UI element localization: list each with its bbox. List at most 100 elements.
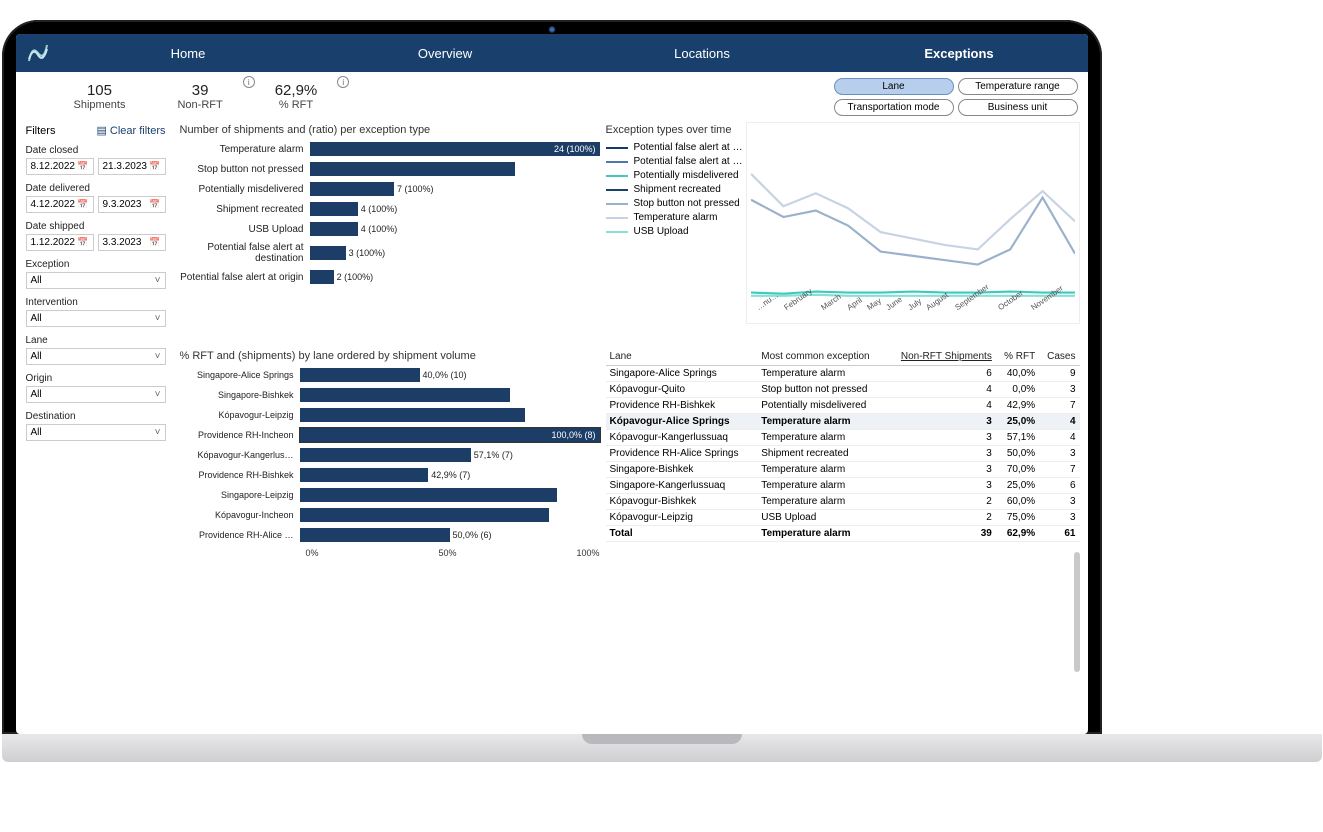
info-icon[interactable]: i (243, 76, 255, 88)
select-origin[interactable]: All (26, 386, 166, 403)
pill-temperature-range[interactable]: Temperature range (958, 78, 1078, 95)
table-row[interactable]: Kópavogur-Alice SpringsTemperature alarm… (606, 414, 1080, 430)
chart3-bar[interactable]: Singapore-Bishkek 70,0% (10) (180, 388, 600, 402)
label-date-delivered: Date delivered (26, 183, 166, 194)
chevron-down-icon (155, 427, 161, 438)
chart3-title: % RFT and (shipments) by lane ordered by… (180, 350, 600, 362)
table-row[interactable]: Singapore-BishkekTemperature alarm370,0%… (606, 462, 1080, 478)
table-row[interactable]: Kópavogur-KangerlussuaqTemperature alarm… (606, 430, 1080, 446)
chart3-bar[interactable]: Providence RH-Alice … 50,0% (6) (180, 528, 600, 542)
legend-label: Potential false alert at … (634, 156, 743, 167)
table-row[interactable]: Providence RH-Alice SpringsShipment recr… (606, 446, 1080, 462)
chart3-bar[interactable]: Providence RH-Incheon 100,0% (8) (180, 428, 600, 442)
table-row[interactable]: Singapore-KangerlussuaqTemperature alarm… (606, 478, 1080, 494)
bar-value-label: 57,1% (7) (474, 448, 513, 462)
select-intervention[interactable]: All (26, 310, 166, 327)
chart1-bar[interactable]: Temperature alarm 24 (100%) (180, 142, 600, 156)
chart1-bar[interactable]: Potential false alert at destination 3 (… (180, 242, 600, 264)
info-icon[interactable]: i (337, 76, 349, 88)
bar-category: Providence RH-Bishkek (180, 470, 300, 480)
chart3-bar[interactable]: Kópavogur-Leipzig 75,0% (8) (180, 408, 600, 422)
table-header[interactable]: Most common exception (757, 348, 886, 366)
legend-swatch (606, 231, 628, 233)
select-lane[interactable]: All (26, 348, 166, 365)
legend-item[interactable]: USB Upload (606, 226, 746, 237)
table-cell: 25,0% (996, 414, 1039, 430)
chart1-bar[interactable]: Potentially misdelivered 7 (100%) (180, 182, 600, 196)
table-row[interactable]: Kópavogur-BishkekTemperature alarm260,0%… (606, 494, 1080, 510)
date-shipped-from[interactable]: 1.12.2022 (26, 234, 94, 251)
table-header[interactable]: Lane (606, 348, 758, 366)
date-closed-to[interactable]: 21.3.2023 (98, 158, 166, 175)
pill-business-unit[interactable]: Business unit (958, 99, 1078, 116)
date-delivered-from[interactable]: 4.12.2022 (26, 196, 94, 213)
legend-item[interactable]: Potential false alert at … (606, 156, 746, 167)
table-row[interactable]: Providence RH-BishkekPotentially misdeli… (606, 398, 1080, 414)
table-cell: 4 (1039, 430, 1079, 446)
table-cell: 40,0% (996, 366, 1039, 382)
chart1-bar[interactable]: USB Upload 4 (100%) (180, 222, 600, 236)
chart1-bar[interactable]: Stop button not pressed 17 (100%) (180, 162, 600, 176)
table-cell: Temperature alarm (757, 526, 886, 542)
chart3-bar[interactable]: Kópavogur-Incheon 83,3% (6) (180, 508, 600, 522)
chart3-bar[interactable]: Providence RH-Bishkek 42,9% (7) (180, 468, 600, 482)
nav-exceptions[interactable]: Exceptions (831, 46, 1088, 61)
table-header[interactable]: % RFT (996, 348, 1039, 366)
bar-category: Singapore-Alice Springs (180, 370, 300, 380)
laptop-base (2, 734, 1322, 762)
chart1-bar[interactable]: Potential false alert at origin 2 (100%) (180, 270, 600, 284)
table-row[interactable]: Kópavogur-LeipzigUSB Upload275,0%3 (606, 510, 1080, 526)
bar-value-label: 4 (100%) (361, 222, 398, 236)
bar-value-label: 4 (100%) (361, 202, 398, 216)
chevron-down-icon (155, 313, 161, 324)
pill-lane[interactable]: Lane (834, 78, 954, 95)
clear-filters-button[interactable]: ▤ Clear filters (96, 124, 165, 137)
bar-value-label: 75,0% (8) (556, 408, 595, 422)
label-lane: Lane (26, 335, 166, 346)
table-cell: Kópavogur-Quito (606, 382, 758, 398)
table-cell: 75,0% (996, 510, 1039, 526)
date-closed-from[interactable]: 8.12.2022 (26, 158, 94, 175)
legend-item[interactable]: Potentially misdelivered (606, 170, 746, 181)
chart3-bar[interactable]: Singapore-Alice Springs 40,0% (10) (180, 368, 600, 382)
kpi-nonrft-value: 39 (177, 82, 222, 99)
nav-overview[interactable]: Overview (317, 46, 574, 61)
chart1-title: Number of shipments and (ratio) per exce… (180, 124, 600, 136)
table-header[interactable]: Non-RFT Shipments (886, 348, 996, 366)
bar-value-label: 7 (100%) (397, 182, 434, 196)
table-row[interactable]: Singapore-Alice SpringsTemperature alarm… (606, 366, 1080, 382)
table-scrollbar[interactable] (1074, 552, 1080, 672)
table-cell: 3 (1039, 446, 1079, 462)
legend-item[interactable]: Potential false alert at … (606, 142, 746, 153)
legend-item[interactable]: Stop button not pressed (606, 198, 746, 209)
select-exception[interactable]: All (26, 272, 166, 289)
date-shipped-to[interactable]: 3.3.2023 (98, 234, 166, 251)
date-delivered-to[interactable]: 9.3.2023 (98, 196, 166, 213)
table-header[interactable]: Cases (1039, 348, 1079, 366)
chart2-title: Exception types over time (606, 124, 746, 136)
table-cell: 62,9% (996, 526, 1039, 542)
table-row[interactable]: Kópavogur-QuitoStop button not pressed40… (606, 382, 1080, 398)
bar-category: Kópavogur-Incheon (180, 510, 300, 520)
chart-exception-type: Number of shipments and (ratio) per exce… (180, 122, 600, 342)
segment-buttons: Lane Temperature range Transportation mo… (834, 78, 1078, 116)
nav-home[interactable]: Home (60, 46, 317, 61)
table-cell: 2 (886, 510, 996, 526)
chart3-bar[interactable]: Kópavogur-Kangerlus… 57,1% (7) (180, 448, 600, 462)
kpi-shipments: 105 Shipments (56, 78, 144, 115)
pill-transportation-mode[interactable]: Transportation mode (834, 99, 954, 116)
legend-item[interactable]: Temperature alarm (606, 212, 746, 223)
chart-exception-over-time: Exception types over time Potential fals… (606, 122, 1080, 342)
kpi-pctrft-value: 62,9% (275, 82, 318, 99)
chart-rft-by-lane: % RFT and (shipments) by lane ordered by… (180, 348, 600, 730)
table-total-row: TotalTemperature alarm3962,9%61 (606, 526, 1080, 542)
table-cell: 3 (1039, 510, 1079, 526)
table-cell: 4 (1039, 414, 1079, 430)
legend-swatch (606, 175, 628, 177)
legend-item[interactable]: Shipment recreated (606, 184, 746, 195)
chart1-bar[interactable]: Shipment recreated 4 (100%) (180, 202, 600, 216)
table-cell: Kópavogur-Alice Springs (606, 414, 758, 430)
nav-locations[interactable]: Locations (574, 46, 831, 61)
select-destination[interactable]: All (26, 424, 166, 441)
chart3-bar[interactable]: Singapore-Leipzig 85,7% (7) (180, 488, 600, 502)
